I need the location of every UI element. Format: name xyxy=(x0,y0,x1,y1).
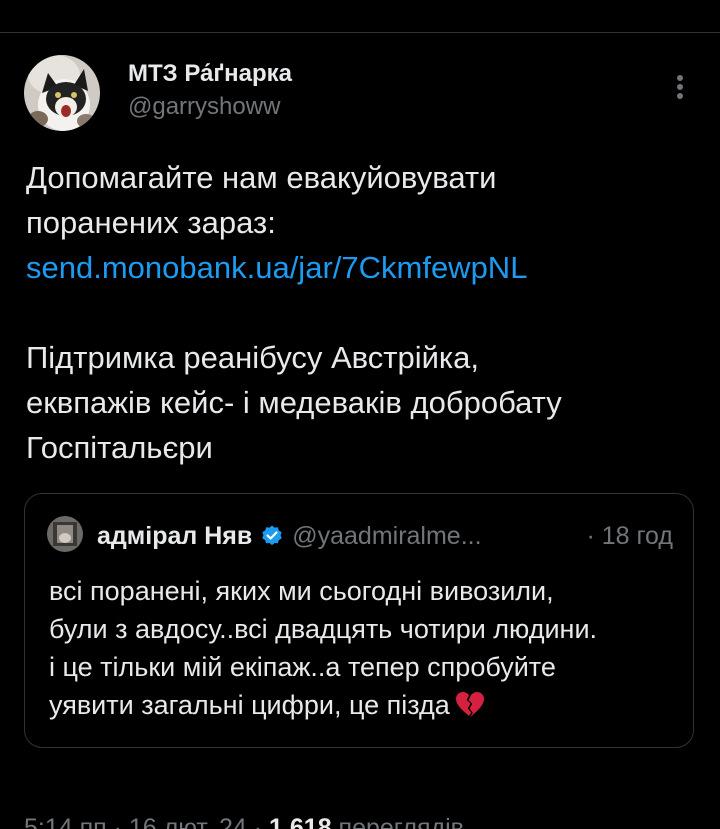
author-avatar[interactable] xyxy=(24,55,100,131)
donation-link[interactable]: send.monobank.ua/jar/7CkmfewpNL xyxy=(26,250,527,285)
quote-timestamp[interactable]: · 18 год xyxy=(586,522,677,551)
tweet-line: Допомагайте нам евакуйовувати xyxy=(26,160,497,195)
quote-author-handle[interactable]: @yaadmiralme... xyxy=(292,522,481,551)
quoted-tweet[interactable]: адмірал Няв @yaadmiralme... · 18 год всі… xyxy=(24,493,694,748)
tweet-timestamp[interactable]: 5:14 пп · 16 лют. 24 · xyxy=(24,814,269,829)
tweet-line: поранених зараз: xyxy=(26,205,276,240)
views-count: 1 618 xyxy=(269,814,332,829)
author-block: МТЗ Ра́ґнарка @garryshoww xyxy=(128,59,292,123)
quote-header: адмірал Няв @yaadmiralme... · 18 год xyxy=(97,516,677,556)
author-display-name[interactable]: МТЗ Ра́ґнарка xyxy=(128,59,292,89)
tweet-line: Госпітальєри xyxy=(26,430,213,465)
broken-heart-icon xyxy=(455,692,484,717)
tweet-line: Підтримка реанібусу Австрійка, xyxy=(26,340,480,375)
more-vertical-icon xyxy=(677,75,683,99)
author-handle[interactable]: @garryshoww xyxy=(128,91,292,123)
quote-line: і це тільки мій екіпаж..а тепер спробуйт… xyxy=(49,652,556,682)
previous-tweet-remnant xyxy=(0,0,720,34)
tweet-metadata: 5:14 пп · 16 лют. 24 · 1 618 переглядів xyxy=(0,806,720,829)
tweet-text: Допомагайте нам евакуйовувати поранених … xyxy=(26,155,696,470)
quote-line: були з авдосу..всі двадцять чотири людин… xyxy=(49,614,598,644)
quote-line: всі поранені, яких ми сьогодні вивозили, xyxy=(49,576,554,606)
quote-line: уявити загальні цифри, це пізда xyxy=(49,690,450,720)
verified-badge-icon xyxy=(262,525,282,546)
more-options-button[interactable] xyxy=(664,71,696,103)
views-label: переглядів xyxy=(331,814,464,829)
quote-avatar-icon xyxy=(47,516,83,552)
tweet: МТЗ Ра́ґнарка @garryshoww Допомагайте на… xyxy=(0,33,720,829)
tweet-line: еквпажів кейс- і медеваків добробату xyxy=(26,385,562,420)
quote-avatar[interactable] xyxy=(47,516,83,552)
cat-avatar-icon xyxy=(24,55,100,131)
quote-author-name[interactable]: адмірал Няв xyxy=(97,522,252,551)
quote-text: всі поранені, яких ми сьогодні вивозили,… xyxy=(49,572,679,724)
quote-line-last: уявити загальні цифри, це пізда xyxy=(49,686,679,724)
